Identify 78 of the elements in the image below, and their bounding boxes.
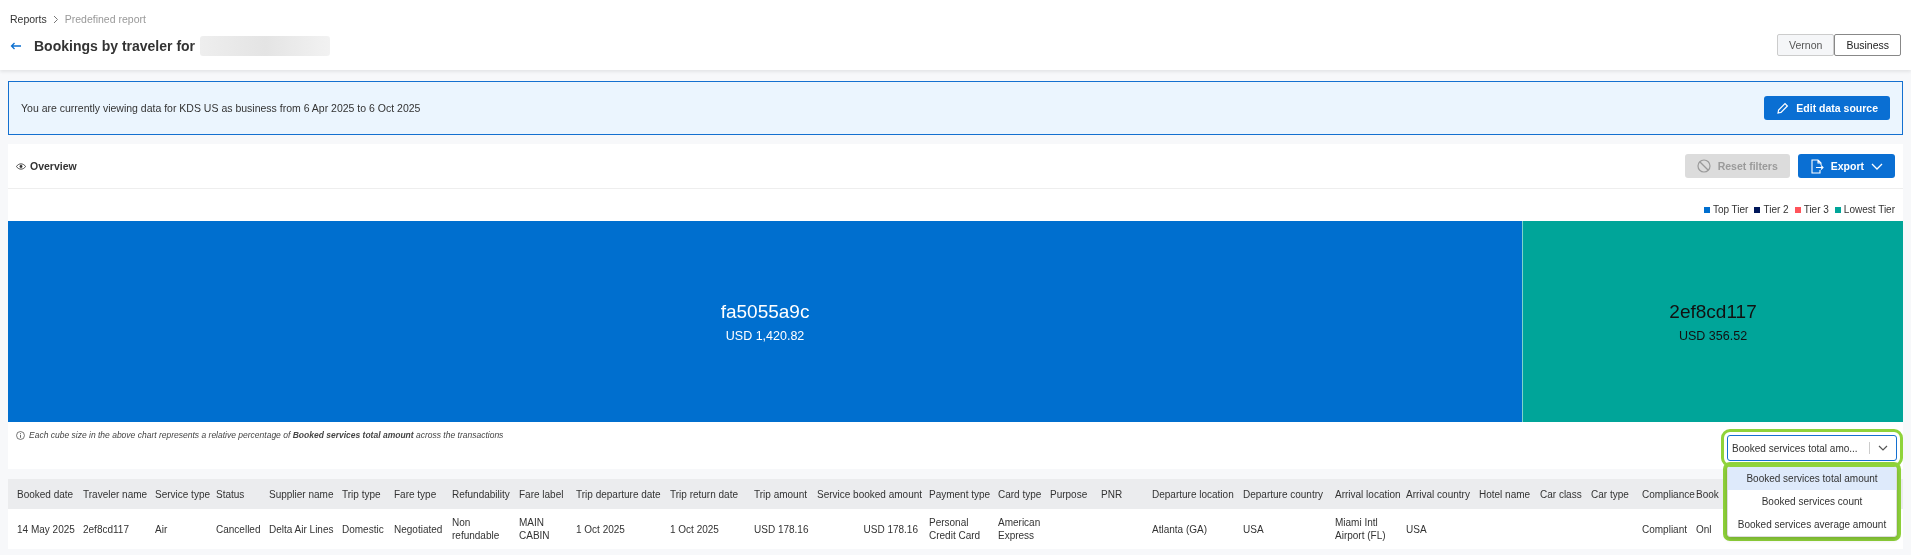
- table-cell-text: 1 Oct 2025: [669, 522, 720, 536]
- treemap-tile[interactable]: fa5055a9c USD 1,420.82: [8, 221, 1523, 422]
- table-cell-text: Air: [154, 522, 169, 536]
- table-cell-text: USD 178.16: [753, 522, 810, 536]
- page-title: Bookings by traveler for: [34, 38, 196, 54]
- edit-data-source-button[interactable]: Edit data source: [1764, 96, 1890, 120]
- chevron-down-icon: [1871, 162, 1883, 170]
- legend-label: Tier 2: [1763, 204, 1789, 215]
- column-header[interactable]: Car type: [1588, 487, 1639, 501]
- pencil-icon: [1776, 101, 1790, 115]
- column-header[interactable]: Car class: [1537, 487, 1588, 501]
- table-cell-text: Domestic: [341, 522, 385, 536]
- column-header[interactable]: Service booked amount: [814, 487, 926, 501]
- table-cell-text: Delta Air Lines: [268, 522, 335, 536]
- legend-label: Top Tier: [1712, 204, 1749, 215]
- table-cell-text: Miami Intl Airport (FL): [1334, 516, 1387, 542]
- table-cell-text: Non refundable: [451, 516, 501, 542]
- column-header[interactable]: Payment type: [926, 487, 995, 501]
- prohibited-icon: [1696, 159, 1711, 173]
- chevron-down-icon: [1878, 445, 1888, 451]
- dropdown-option[interactable]: Booked services total amount: [1728, 467, 1896, 490]
- chevron-right-icon: [52, 14, 59, 24]
- breadcrumb-item: Predefined report: [64, 13, 146, 25]
- table-cell-text: 1 Oct 2025: [575, 522, 626, 536]
- legend-label: Tier 3: [1803, 204, 1829, 215]
- table-cell-text: Negotiated: [393, 522, 444, 536]
- table-cell-text: MAIN CABIN: [518, 516, 551, 542]
- info-icon: [16, 430, 25, 440]
- column-header[interactable]: Trip return date: [667, 487, 751, 501]
- overview-title: Overview: [30, 160, 77, 172]
- export-button[interactable]: Export: [1797, 154, 1895, 178]
- table-cell-text: 2ef8cd117: [82, 522, 130, 536]
- banner-text: You are currently viewing data for KDS US as business from 6 Apr 2025 to 6 Oct 2025: [21, 102, 421, 114]
- tile-amount: USD 1,420.82: [725, 328, 805, 343]
- back-arrow-icon[interactable]: [10, 42, 22, 50]
- eye-icon: [16, 162, 26, 170]
- table-cell-text: American Express: [997, 516, 1042, 542]
- column-header[interactable]: Trip departure date: [573, 487, 667, 501]
- table-cell-text: USA: [1405, 522, 1428, 536]
- column-header[interactable]: Service type: [152, 487, 213, 501]
- legend-label: Lowest Tier: [1843, 204, 1895, 215]
- table-cell-text: Atlanta (GA): [1151, 522, 1209, 536]
- column-header[interactable]: Supplier name: [266, 487, 339, 501]
- column-header[interactable]: Departure location: [1149, 487, 1240, 501]
- view-toggle[interactable]: Business: [1834, 33, 1901, 56]
- column-header[interactable]: Fare label: [516, 487, 573, 501]
- column-header[interactable]: Card type: [995, 487, 1047, 501]
- table-cell-text: USA: [1242, 522, 1265, 536]
- dropdown-option[interactable]: Booked services average amount: [1728, 513, 1896, 536]
- column-header[interactable]: Departure country: [1240, 487, 1332, 501]
- table-cell-text: Compliant: [1641, 522, 1689, 536]
- column-header[interactable]: Arrival location: [1332, 487, 1403, 501]
- tile-label: fa5055a9c: [720, 300, 810, 323]
- table-cell-text: Onl: [1695, 522, 1713, 536]
- column-header[interactable]: Arrival country: [1403, 487, 1476, 501]
- column-header[interactable]: Purpose: [1047, 487, 1098, 501]
- column-header[interactable]: Fare type: [391, 487, 449, 501]
- column-header[interactable]: Compliance: [1639, 487, 1693, 501]
- column-header[interactable]: Refundability: [449, 487, 516, 501]
- column-header[interactable]: Status: [213, 487, 266, 501]
- table-cell-text: Personal Credit Card: [928, 516, 982, 542]
- tile-label: 2ef8cd117: [1669, 300, 1757, 323]
- table-cell-text: 14 May 2025: [16, 522, 76, 536]
- treemap-tile[interactable]: 2ef8cd117 USD 356.52: [1522, 221, 1903, 422]
- column-header[interactable]: Traveler name: [80, 487, 152, 501]
- chart-note: Each cube size in the above chart represents a relative percentage of Booked services total amount across the transactions: [29, 430, 504, 440]
- table-cell-text: Cancelled: [215, 522, 262, 536]
- file-export-icon: [1809, 158, 1824, 174]
- column-header[interactable]: PNR: [1098, 487, 1149, 501]
- view-toggle[interactable]: Vernon: [1777, 33, 1835, 56]
- breadcrumb-item[interactable]: Reports: [10, 13, 47, 25]
- table-cell-text: USD 178.16: [862, 522, 919, 536]
- column-header[interactable]: Booked date: [14, 487, 80, 501]
- column-header[interactable]: Trip type: [339, 487, 391, 501]
- tile-amount: USD 356.52: [1679, 328, 1748, 343]
- column-header[interactable]: Hotel name: [1476, 487, 1537, 501]
- column-header[interactable]: Trip amount: [751, 487, 814, 501]
- dropdown-option[interactable]: Booked services count: [1728, 490, 1896, 513]
